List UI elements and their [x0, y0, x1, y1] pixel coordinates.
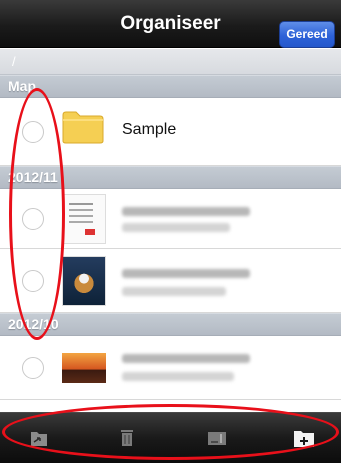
- rename-icon[interactable]: [206, 427, 228, 449]
- folder-icon: [62, 111, 104, 144]
- folder-name: Sample: [122, 121, 177, 138]
- move-icon[interactable]: [28, 427, 50, 449]
- navigation-bar: Organiseer Gereed: [0, 0, 341, 48]
- blurred-file-name: [122, 269, 250, 278]
- blurred-file-info: [122, 287, 226, 296]
- blurred-file-name: [122, 354, 250, 363]
- document-thumbnail: [62, 194, 106, 244]
- blurred-file-info: [122, 372, 234, 381]
- bottom-toolbar: [0, 412, 341, 463]
- blurred-file-name: [122, 207, 250, 216]
- done-button[interactable]: Gereed: [279, 21, 335, 48]
- select-radio[interactable]: [22, 357, 44, 379]
- select-radio[interactable]: [22, 121, 44, 143]
- list-item-file[interactable]: [0, 189, 341, 249]
- section-header-2012-11: 2012/11: [0, 166, 341, 189]
- trash-icon[interactable]: [116, 427, 138, 449]
- section-header-2012-10: 2012/10: [0, 313, 341, 336]
- path-bar: /: [0, 49, 341, 75]
- list-item-file[interactable]: [0, 336, 341, 400]
- select-radio[interactable]: [22, 270, 44, 292]
- list-item-folder[interactable]: Sample: [0, 98, 341, 166]
- section-header-map: Map: [0, 75, 341, 98]
- list-item-partial: [0, 400, 341, 412]
- current-path: /: [12, 54, 16, 69]
- blurred-file-info: [122, 223, 230, 232]
- select-radio[interactable]: [22, 208, 44, 230]
- sunset-photo-thumbnail: [62, 353, 106, 383]
- tiger-photo-thumbnail: [62, 256, 106, 306]
- list-item-file[interactable]: [0, 249, 341, 313]
- new-folder-icon[interactable]: [293, 427, 315, 449]
